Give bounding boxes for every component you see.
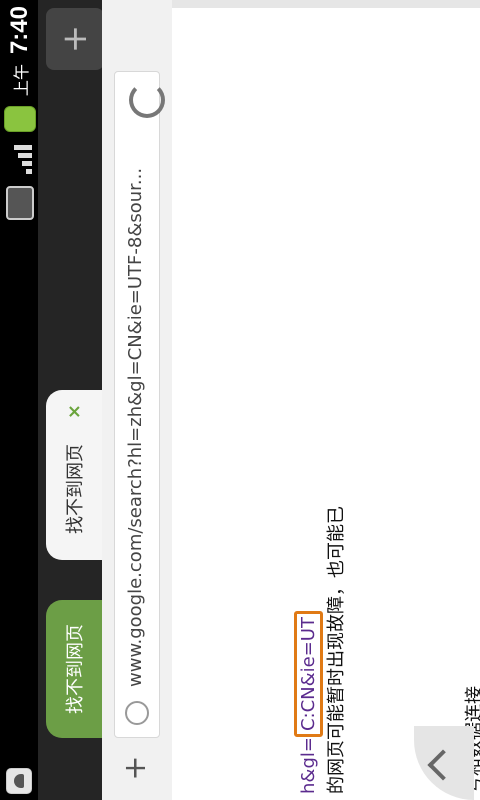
link-prefix[interactable]: h&gl= — [298, 737, 319, 794]
sim-card-icon — [6, 186, 34, 221]
status-time: 7:40 — [6, 6, 33, 55]
android-icon — [6, 768, 32, 794]
arrow-up-icon — [427, 749, 459, 781]
tab-label: 找不到网页 — [65, 444, 86, 534]
new-tab-button[interactable]: + — [46, 8, 104, 70]
page-content: h&gl=C:CN&ie=UT 的网页可能暂时出现故障，也可能已 号和数据连接 — [172, 0, 480, 800]
status-ampm: 上午 — [12, 64, 31, 97]
add-bookmark-button[interactable]: + — [114, 746, 158, 790]
url-row: + www.google.com/search?hl=zh&gl=CN&ie=U… — [102, 0, 173, 800]
link-highlight[interactable]: C:CN&ie=UT — [294, 611, 323, 738]
close-tab-icon[interactable]: × — [64, 404, 85, 419]
message-icon — [4, 106, 36, 133]
globe-icon — [125, 701, 149, 725]
url-text[interactable]: www.google.com/search?hl=zh&gl=CN&ie=UTF… — [125, 97, 151, 687]
right-rail — [172, 0, 480, 8]
error-text-line: 的网页可能暂时出现故障，也可能已 — [326, 506, 347, 794]
url-field[interactable]: www.google.com/search?hl=zh&gl=CN&ie=UTF… — [114, 71, 165, 738]
search-link[interactable]: h&gl=C:CN&ie=UT — [294, 611, 323, 794]
browser-frame: 上午 7:40 找不到网页 找不到网页 × + + www.google.com… — [0, 0, 480, 800]
status-bar: 上午 7:40 — [0, 0, 38, 800]
status-left — [6, 768, 32, 794]
status-right: 上午 7:40 — [4, 6, 36, 221]
reload-icon[interactable] — [129, 82, 165, 118]
tab-1[interactable]: 找不到网页 × — [46, 390, 102, 560]
tab-label: 找不到网页 — [65, 624, 86, 714]
signal-icon — [8, 142, 32, 176]
scroll-up-button[interactable] — [414, 726, 474, 800]
tab-0[interactable]: 找不到网页 — [46, 600, 102, 738]
tab-bar: 找不到网页 找不到网页 × + — [38, 0, 104, 800]
